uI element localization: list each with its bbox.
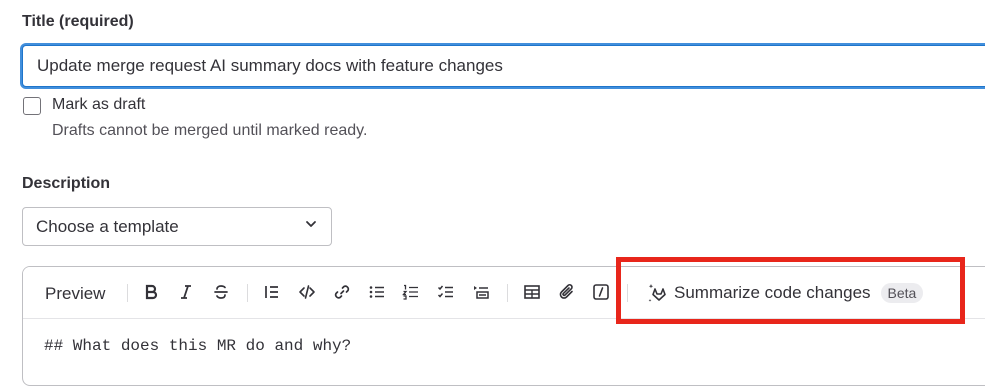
task-list-icon[interactable] (435, 281, 457, 303)
toolbar-divider (127, 284, 128, 302)
collapsible-icon[interactable] (470, 281, 492, 303)
code-icon[interactable] (296, 281, 318, 303)
strikethrough-icon[interactable] (210, 281, 232, 303)
editor-toolbar: Preview Summarize code changes Beta (23, 267, 985, 319)
beta-badge: Beta (880, 283, 924, 303)
bullet-list-icon[interactable] (366, 281, 388, 303)
numbered-list-icon[interactable] (400, 281, 422, 303)
quote-icon[interactable] (261, 281, 283, 303)
description-label: Description (22, 175, 111, 192)
attachment-icon[interactable] (556, 281, 578, 303)
markdown-editor: Preview Summarize code changes Beta ## W… (22, 266, 985, 386)
summarize-label: Summarize code changes (674, 283, 871, 302)
draft-checkbox[interactable] (23, 97, 41, 115)
bold-icon[interactable] (140, 281, 162, 303)
template-select[interactable]: Choose a template (22, 207, 332, 246)
summarize-code-changes-button[interactable]: Summarize code changes Beta (646, 279, 924, 307)
toolbar-divider (627, 284, 628, 302)
toolbar-divider (507, 284, 508, 302)
title-input[interactable] (22, 45, 985, 87)
chevron-down-icon (304, 217, 318, 236)
ai-tanuki-icon (646, 281, 670, 305)
editor-textarea[interactable]: ## What does this MR do and why? (44, 337, 351, 355)
table-icon[interactable] (521, 281, 543, 303)
title-label: Title (required) (22, 13, 134, 30)
slash-command-icon[interactable] (590, 281, 612, 303)
link-icon[interactable] (331, 281, 353, 303)
italic-icon[interactable] (175, 281, 197, 303)
draft-label[interactable]: Mark as draft (52, 96, 145, 114)
draft-help-text: Drafts cannot be merged until marked rea… (52, 122, 368, 139)
toolbar-divider (247, 284, 248, 302)
template-select-value: Choose a template (36, 216, 179, 236)
preview-tab[interactable]: Preview (45, 284, 105, 304)
